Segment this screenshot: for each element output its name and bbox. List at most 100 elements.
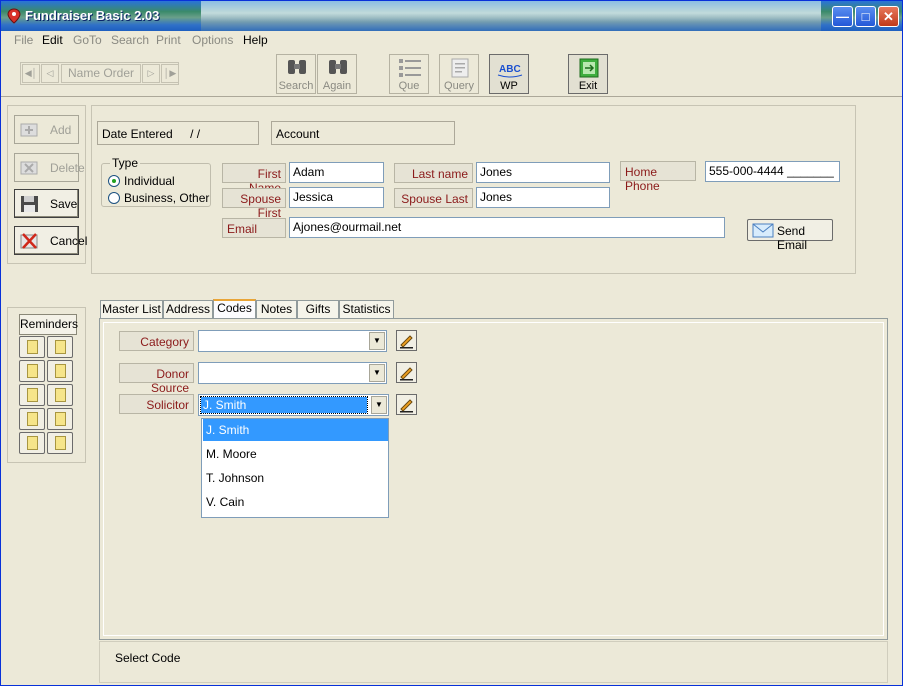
type-individual-radio[interactable] [108,175,120,187]
tab-notes[interactable]: Notes [256,300,297,318]
menu-file[interactable]: File [14,33,33,47]
edit-category-button[interactable] [396,330,417,351]
solicitor-select[interactable]: J. Smith ▼ [198,394,389,416]
minimize-button[interactable]: — [832,6,853,27]
reminder-slot-button[interactable] [47,336,73,358]
queue-button[interactable]: Que [389,54,429,94]
reminders-title-button[interactable]: Reminders [19,314,78,335]
first-name-label: First Name [222,163,286,195]
type-group: Type Individual Business, Other [101,156,211,207]
send-email-button[interactable]: Send Email [747,219,833,252]
date-entered-field[interactable]: Date Entered / / [97,121,259,145]
tab-codes[interactable]: Codes [213,299,256,318]
status-text: Select Code [115,651,181,665]
pencil-icon [400,399,413,413]
menu-edit[interactable]: Edit [42,33,63,47]
menu-print[interactable]: Print [156,33,181,47]
last-name-input[interactable]: Jones [476,162,610,183]
tab-statistics[interactable]: Statistics [339,300,394,318]
tab-master-list[interactable]: Master List [100,300,163,318]
spouse-first-input[interactable]: Jessica [289,187,384,208]
prev-icon: ◁ [46,68,54,78]
account-field[interactable]: Account [271,121,455,145]
title-bar[interactable]: Fundraiser Basic 2.03 — □ ✕ [1,1,902,31]
reminders-panel: Reminders [7,307,86,463]
note-icon [55,436,66,450]
edit-donor-source-button[interactable] [396,362,417,383]
cancel-button[interactable]: Cancel [14,226,87,255]
close-button[interactable]: ✕ [878,6,899,27]
chevron-down-icon[interactable]: ▼ [369,364,385,382]
type-business-radio[interactable] [108,192,120,204]
reminder-slot-button[interactable] [47,384,73,406]
category-label: Category [119,331,194,351]
note-icon [55,340,66,354]
abc-icon: ABC [497,64,523,78]
tab-gifts[interactable]: Gifts [297,300,339,318]
reminder-slot-button[interactable] [47,432,73,454]
reminder-slot-button[interactable] [19,384,45,406]
search-button[interactable]: Search [276,54,316,94]
floppy-disk-icon [21,196,38,212]
prev-record-button[interactable]: ◁ [41,64,59,83]
spouse-last-input[interactable]: Jones [476,187,610,208]
dropdown-option[interactable]: J. Smith [203,419,388,441]
exit-door-icon [579,58,599,78]
reminder-slot-button[interactable] [47,408,73,430]
sort-order-button[interactable]: Name Order [61,64,141,83]
note-icon [55,364,66,378]
solicitor-value: J. Smith [200,396,368,414]
menu-help[interactable]: Help [243,33,268,47]
reminder-slot-button[interactable] [19,360,45,382]
chevron-down-icon[interactable]: ▼ [371,396,387,414]
tab-address[interactable]: Address [163,300,213,318]
next-record-button[interactable]: ▷ [142,64,160,83]
save-button[interactable]: Save [14,189,79,218]
type-business-label: Business, Other [124,191,210,205]
cancel-x-icon [20,233,38,249]
maximize-button[interactable]: □ [855,6,876,27]
search-again-button[interactable]: Again [317,54,357,94]
menu-options[interactable]: Options [192,33,233,47]
category-value [201,333,205,349]
reminder-slot-button[interactable] [19,432,45,454]
minimize-icon: — [836,9,849,24]
edit-solicitor-button[interactable] [396,394,417,415]
note-icon [27,364,38,378]
delete-button[interactable]: Delete [14,153,85,182]
dropdown-option[interactable]: V. Cain [203,491,388,513]
record-navigator: ◀│ ◁ Name Order ▷ │▶ [20,62,179,85]
last-record-button[interactable]: │▶ [161,64,179,83]
date-entered-value: / / [190,127,201,141]
first-name-input[interactable]: Adam [289,162,384,183]
status-bar: Select Code [99,641,888,683]
menu-bar: File Edit GoTo Search Print Options Help [1,31,902,51]
exit-button[interactable]: Exit [568,54,608,94]
add-record-icon [20,123,38,137]
last-name-label: Last name [394,163,473,183]
chevron-down-icon[interactable]: ▼ [369,332,385,350]
dropdown-option[interactable]: T. Johnson [203,467,388,489]
close-icon: ✕ [883,9,894,24]
query-button[interactable]: Query [439,54,479,94]
email-input[interactable]: Ajones@ourmail.net [289,217,725,238]
donor-source-select[interactable]: ▼ [198,362,387,384]
menu-goto[interactable]: GoTo [73,33,102,47]
menu-search[interactable]: Search [111,33,149,47]
title-bar-background [201,1,821,31]
dropdown-option[interactable]: M. Moore [203,443,388,465]
solicitor-dropdown-list: J. Smith M. Moore T. Johnson V. Cain [201,418,389,518]
add-button[interactable]: Add [14,115,79,144]
email-label: Email [222,218,286,238]
reminder-slot-button[interactable] [19,336,45,358]
category-select[interactable]: ▼ [198,330,387,352]
spouse-last-label: Spouse Last [394,188,473,208]
reminder-slot-button[interactable] [19,408,45,430]
type-individual-label: Individual [124,174,175,188]
maximize-icon: □ [861,9,870,24]
reminder-slot-button[interactable] [47,360,73,382]
word-processor-button[interactable]: ABC WP [489,54,529,94]
first-record-button[interactable]: ◀│ [22,64,40,83]
home-phone-input[interactable]: 555-000-4444 _______ [705,161,840,182]
next-icon: ▷ [147,68,155,78]
